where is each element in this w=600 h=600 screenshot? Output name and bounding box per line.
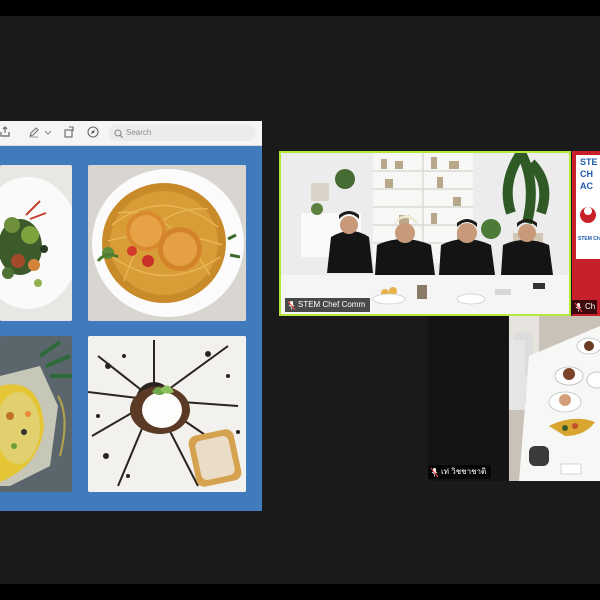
search-placeholder: Search	[126, 128, 152, 137]
participant-name: เท่ วิชชาชาติ	[441, 467, 487, 476]
chef-hat-logo	[580, 207, 596, 223]
mic-muted-icon	[287, 300, 296, 310]
mic-muted-icon	[574, 302, 583, 312]
video-tile-stem-chef[interactable]: STEM Chef Comm	[279, 151, 571, 316]
video-tile-dining-table[interactable]	[509, 316, 600, 481]
markup-icon[interactable]	[86, 126, 100, 140]
food-photo-salad	[0, 165, 72, 321]
banner-title-line-3: AC	[580, 181, 593, 191]
food-photo-dessert	[88, 336, 246, 492]
food-photo-pineapple-rice	[0, 336, 72, 492]
search-input[interactable]: Search	[108, 125, 256, 141]
search-icon	[114, 127, 126, 139]
banner-title-line-2: CH	[580, 169, 593, 179]
participant-name-tag: เท่ วิชชาชาติ	[428, 465, 492, 479]
share-toolbar: Search	[0, 121, 262, 146]
banner-caption: STEM Ch	[578, 236, 600, 242]
participant-name-tag: STEM Chef Comm	[285, 298, 371, 312]
participant-name: STEM Chef Comm	[298, 300, 366, 309]
banner-title-line-1: STE	[580, 157, 598, 167]
food-photo-noodle-nest	[88, 165, 246, 321]
share-icon[interactable]	[0, 126, 12, 140]
mic-muted-icon	[430, 467, 439, 477]
banner-logo-area: STEM Ch	[576, 201, 600, 259]
pen-icon[interactable]	[27, 126, 41, 140]
participant-name-tag: Ch	[572, 300, 598, 314]
rotate-icon[interactable]	[62, 126, 76, 140]
participant-name: Ch	[585, 302, 596, 311]
video-tile-camera-off[interactable]: เท่ วิชชาชาติ	[428, 316, 508, 481]
video-tile-banner[interactable]: STE CH AC STEM Ch Ch	[572, 151, 600, 316]
shared-screen[interactable]: Search	[0, 121, 262, 511]
chevron-down-icon[interactable]	[44, 126, 52, 140]
